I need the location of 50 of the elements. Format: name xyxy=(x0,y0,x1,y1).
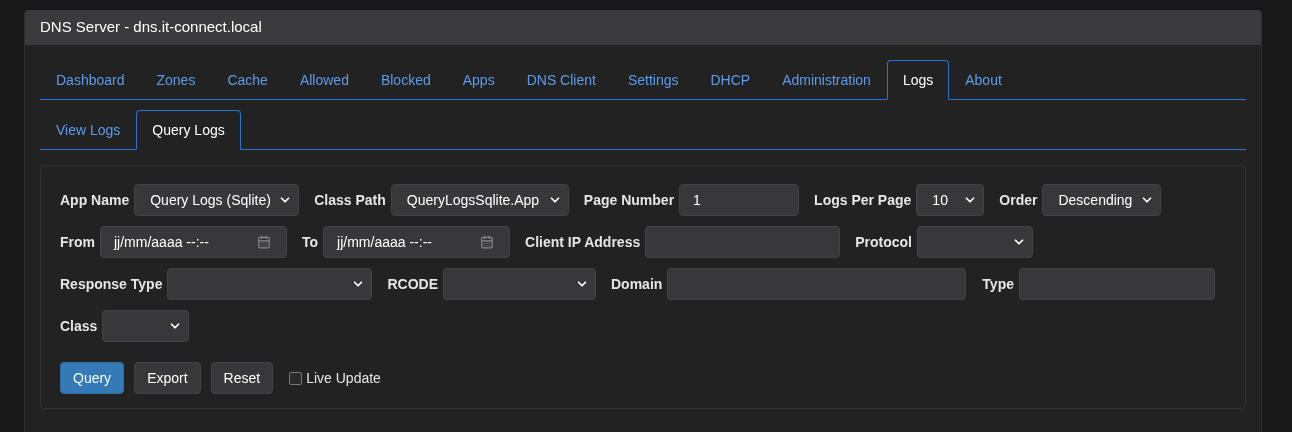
tab[interactable]: Administration xyxy=(766,60,887,100)
input-field[interactable] xyxy=(667,268,967,300)
dropdown[interactable]: Query Logs (Sqlite) xyxy=(134,184,300,216)
button[interactable]: Query xyxy=(60,362,125,394)
tab[interactable]: Dashboard xyxy=(40,60,141,100)
dropdown[interactable] xyxy=(443,268,596,300)
field-label: Class xyxy=(60,316,98,336)
checkbox-label: Live Update xyxy=(306,368,381,388)
checkbox[interactable] xyxy=(289,371,303,385)
field-label: Class Path xyxy=(314,190,386,210)
input-field[interactable] xyxy=(645,226,841,258)
tab[interactable]: Zones xyxy=(140,60,212,100)
tab[interactable]: Apps xyxy=(446,60,511,100)
date-time-field[interactable]: jj/mm/aaaa --:-- xyxy=(100,226,287,258)
field-label: Order xyxy=(999,190,1038,210)
tab[interactable]: View Logs xyxy=(40,110,137,150)
dropdown[interactable]: 10 xyxy=(916,184,985,216)
dropdown[interactable]: Descending xyxy=(1042,184,1162,216)
button[interactable]: Reset xyxy=(210,362,274,394)
dropdown[interactable] xyxy=(917,226,1033,258)
field-label: Logs Per Page xyxy=(814,190,912,210)
field-label: Domain xyxy=(611,274,663,294)
field-label: Page Number xyxy=(583,190,675,210)
window-title: DNS Server - dns.it-connect.local xyxy=(40,17,262,38)
button[interactable]: Export xyxy=(134,362,201,394)
field-label: To xyxy=(302,232,319,252)
tab[interactable]: DNS Client xyxy=(510,60,612,100)
field-label: Type xyxy=(982,274,1014,294)
dropdown[interactable] xyxy=(102,310,190,342)
field-label: From xyxy=(60,232,95,252)
input-field[interactable] xyxy=(1019,268,1215,300)
input-field[interactable]: 1 xyxy=(679,184,800,216)
calendar-icon xyxy=(257,235,271,249)
tab[interactable]: Query Logs xyxy=(136,110,241,150)
field-label: App Name xyxy=(60,190,130,210)
tab[interactable]: About xyxy=(949,60,1018,100)
field-label: RCODE xyxy=(387,274,438,294)
calendar-icon xyxy=(480,235,495,249)
tab[interactable]: Settings xyxy=(611,60,695,100)
field-label: Client IP Address xyxy=(525,232,641,252)
tab[interactable]: Cache xyxy=(211,60,284,100)
tab[interactable]: DHCP xyxy=(694,60,767,100)
dropdown[interactable] xyxy=(167,268,373,300)
field-label: Protocol xyxy=(855,232,912,252)
field-label: Response Type xyxy=(60,274,163,294)
tab[interactable]: Allowed xyxy=(283,60,365,100)
tab[interactable]: Blocked xyxy=(364,60,447,100)
tab[interactable]: Logs xyxy=(886,60,950,100)
date-time-field[interactable]: jj/mm/aaaa --:-- xyxy=(323,226,511,258)
dropdown[interactable]: QueryLogsSqlite.App xyxy=(390,184,569,216)
